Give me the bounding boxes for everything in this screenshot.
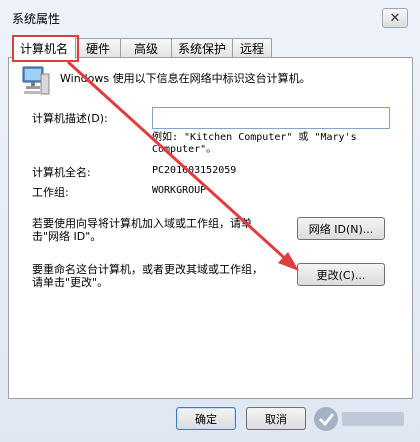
cancel-button-label: 取消 — [265, 412, 287, 426]
tab-bar: 计算机名 硬件 高级 系统保护 远程 — [8, 36, 412, 59]
network-id-button[interactable]: 网络 ID(N)... — [297, 217, 385, 240]
tab-label: 计算机名 — [19, 41, 68, 56]
tab-hardware[interactable]: 硬件 — [75, 38, 121, 58]
computer-description-input[interactable] — [152, 107, 390, 129]
description-example: 例如: "Kitchen Computer" 或 "Mary's Compute… — [152, 132, 357, 155]
workgroup-label: 工作组: — [32, 186, 69, 199]
intro-text: Windows 使用以下信息在网络中标识这台计算机。 — [60, 72, 311, 85]
description-label: 计算机描述(D): — [32, 112, 108, 125]
tab-label: 远程 — [239, 42, 264, 56]
tab-computer-name[interactable]: 计算机名 — [12, 36, 76, 59]
tab-label: 高级 — [133, 42, 158, 56]
ok-button-label: 确定 — [195, 412, 217, 426]
close-button[interactable]: ✕ — [382, 8, 408, 28]
full-name-label: 计算机全名: — [32, 166, 91, 179]
close-icon: ✕ — [389, 10, 401, 26]
workgroup-value: WORKGROUP — [152, 185, 207, 196]
watermark-logo — [314, 407, 404, 431]
window-title: 系统属性 — [12, 12, 61, 26]
computer-icon — [22, 66, 50, 95]
network-id-button-label: 网络 ID(N)... — [308, 222, 374, 236]
title-bar: 系统属性 ✕ — [0, 0, 420, 34]
change-button-label: 更改(C)... — [316, 268, 366, 282]
system-properties-window: 系统属性 ✕ 计算机名 硬件 高级 系统保护 远程 Windows 使用以下信息… — [0, 0, 420, 442]
ok-button[interactable]: 确定 — [176, 407, 236, 430]
cancel-button[interactable]: 取消 — [246, 407, 306, 430]
tab-label: 硬件 — [85, 42, 110, 56]
tab-remote[interactable]: 远程 — [232, 38, 272, 58]
rename-hint: 要重命名这台计算机，或者更改其域或工作组，请单击"更改"。 — [32, 263, 263, 289]
tab-system-protection[interactable]: 系统保护 — [171, 38, 233, 58]
network-id-hint: 若要使用向导将计算机加入域或工作组，请单击"网络 ID"。 — [32, 217, 252, 243]
full-name-value: PC201603152059 — [152, 165, 237, 176]
tab-advanced[interactable]: 高级 — [120, 38, 172, 58]
tab-label: 系统保护 — [177, 42, 226, 56]
change-button[interactable]: 更改(C)... — [297, 263, 385, 286]
